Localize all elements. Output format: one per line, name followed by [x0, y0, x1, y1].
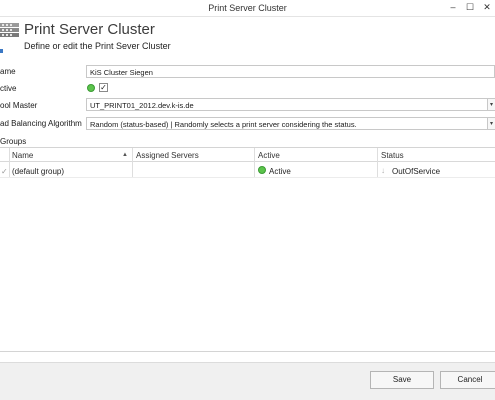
column-header-status[interactable]: Status	[381, 151, 404, 160]
sort-ascending-icon[interactable]: ▲	[122, 152, 128, 158]
active-status-icon	[258, 166, 266, 174]
row-check-icon: ✓	[1, 167, 8, 176]
name-input[interactable]: KiS Cluster Siegen	[86, 65, 495, 78]
table-row[interactable]: ✓ (default group) Active ↓ OutOfService	[0, 163, 495, 178]
maximize-button[interactable]: ☐	[463, 0, 477, 14]
save-button[interactable]: Save	[370, 371, 434, 389]
groups-grid: Name ▲ Assigned Servers Active Status ✓ …	[0, 147, 495, 352]
active-checkbox[interactable]: ✓	[99, 83, 108, 92]
info-marker-icon	[0, 49, 3, 53]
name-label: ame	[0, 67, 16, 76]
pool-master-dropdown-icon[interactable]: ▾	[488, 98, 495, 111]
pool-master-label: ool Master	[0, 101, 38, 110]
status-cell: OutOfService	[392, 167, 441, 176]
minimize-button[interactable]: –	[446, 0, 460, 14]
groups-section-label: Groups	[0, 137, 27, 146]
dialog-header: Print Server Cluster Define or edit the …	[0, 18, 495, 53]
status-down-arrow-icon: ↓	[381, 166, 385, 175]
window-title: Print Server Cluster	[208, 3, 287, 13]
dialog-footer: Save Cancel	[0, 362, 495, 400]
column-header-assigned-servers[interactable]: Assigned Servers	[136, 151, 199, 160]
dialog-title: Print Server Cluster	[24, 21, 155, 38]
column-header-active[interactable]: Active	[258, 151, 280, 160]
grid-header: Name ▲ Assigned Servers Active Status	[0, 148, 495, 162]
cancel-button[interactable]: Cancel	[440, 371, 495, 389]
pool-master-select[interactable]: UT_PRINT01_2012.dev.k-is.de	[86, 98, 488, 111]
active-cell: Active	[269, 167, 291, 176]
active-label: ctive	[0, 84, 17, 93]
dialog-subtitle: Define or edit the Print Sever Cluster	[24, 41, 171, 51]
close-button[interactable]: ✕	[480, 0, 494, 14]
active-status-icon	[87, 84, 95, 92]
server-cluster-icon	[0, 23, 19, 37]
group-name-cell: (default group)	[12, 167, 65, 176]
title-bar: Print Server Cluster – ☐ ✕	[0, 0, 495, 17]
column-header-name[interactable]: Name	[12, 151, 33, 160]
load-balancing-select[interactable]: Random (status-based) | Randomly selects…	[86, 117, 488, 130]
load-balancing-label: ad Balancing Algorithm	[0, 119, 82, 128]
load-balancing-dropdown-icon[interactable]: ▾	[488, 117, 495, 130]
